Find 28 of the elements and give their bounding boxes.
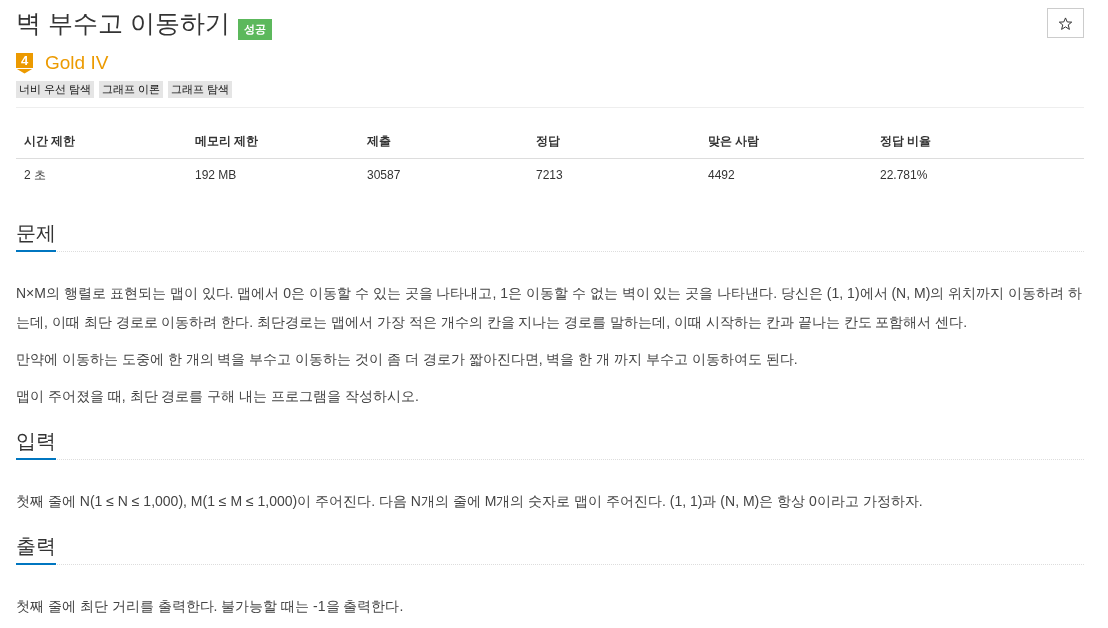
column-header: 정답 비율 bbox=[872, 125, 1084, 159]
column-header: 메모리 제한 bbox=[187, 125, 359, 159]
description-text: 만약에 이동하는 도중에 한 개의 벽을 부수고 이동하는 것이 좀 더 경로가 짧아진다면, 벽을 한 개 까지 부수고 이동하여도 된다. bbox=[16, 350, 799, 369]
table-cell-text: 4492 bbox=[707, 167, 736, 184]
description-text: 첫째 줄에 N(1 ≤ N ≤ 1,000), M(1 ≤ M ≤ 1,000)이 주어진다. 다음 N개의 줄에 M개의 숫자로 맵이 주어진다. (1, 1)과 (N, M)은 항상 0이라고 가정하자. bbox=[16, 492, 924, 511]
table-cell-text: 7213 bbox=[535, 167, 564, 184]
algorithm-tag[interactable]: 너비 우선 탐색 bbox=[16, 81, 95, 98]
description-text: 맵이 주어졌을 때, 최단 경로를 구해 내는 프로그램을 작성하시오. bbox=[16, 387, 420, 406]
column-header: 제출 bbox=[359, 125, 528, 159]
tier-name: Gold IV bbox=[45, 51, 109, 75]
description-text: N×M의 행렬로 표현되는 맵이 있다. 맵에서 0은 이동할 수 있는 곳을 나타내고, 1은 이동할 수 없는 벽이 있는 곳을 나타낸다. 당신은 (1, 1)에서 (N, M)의 위치까지 이동하려 하는데, 이때 최단 경로로 이동하려 한다. 최단경로는 맵에서 가장 적은 개수의 칸을 지나는 경로를 말하는데, 이때 시작하는 칸과 끝나는 칸도 포함해서 센다. bbox=[16, 284, 1083, 332]
problem-title: 벽 부수고 이동하기 bbox=[16, 8, 230, 39]
section-heading: 문제 bbox=[16, 220, 56, 252]
column-header: 맞은 사람 bbox=[700, 125, 872, 159]
result-badge: 성공 bbox=[237, 19, 272, 40]
favorite-button[interactable] bbox=[1047, 8, 1084, 38]
algorithm-tag[interactable]: 그래프 이론 bbox=[99, 81, 164, 98]
section-heading: 출력 bbox=[16, 533, 56, 565]
table-cell-text: 192 MB bbox=[194, 167, 238, 184]
table-cell-text: 30587 bbox=[366, 167, 402, 184]
section-heading: 입력 bbox=[16, 428, 56, 460]
column-header: 정답 bbox=[528, 125, 700, 159]
table-cell-text: 2 초 bbox=[23, 167, 47, 184]
tier-badge: 4 bbox=[16, 52, 33, 74]
description-text: 첫째 줄에 최단 거리를 출력한다. 불가능할 때는 -1을 출력한다. bbox=[16, 597, 405, 616]
algorithm-tag[interactable]: 그래프 탐색 bbox=[168, 81, 233, 98]
column-header: 시간 제한 bbox=[16, 125, 187, 159]
table-cell-text: 22.781% bbox=[879, 167, 929, 184]
